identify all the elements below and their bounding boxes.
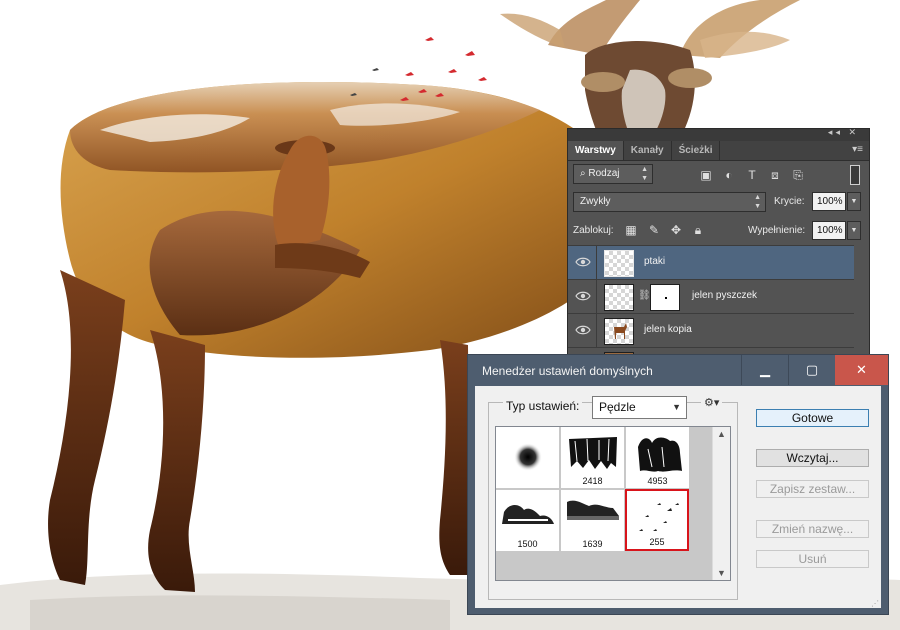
minimize-button[interactable]: ▁ [741,355,788,385]
layer-row-ptaki[interactable]: ptaki [568,245,854,280]
fill-label: Wypełnienie: [748,225,806,236]
blend-mode-select[interactable]: Zwykły ▲ ▼ [573,192,766,212]
close-button[interactable]: ✕ [835,355,888,385]
layer-mask-thumbnail[interactable] [650,284,680,311]
brush-preset-grid: 2418 4953 1500 1639 255 ▲ ▼ [495,426,731,581]
tab-channels[interactable]: Kanały [624,141,672,160]
brush-grid-scrollbar[interactable]: ▲ ▼ [712,427,730,580]
gear-icon[interactable]: ⚙▾ [701,396,723,409]
close-icon: ✕ [856,362,867,377]
preset-manager-dialog: Menedżer ustawień domyślnych ▁ ▢ ✕ Typ u… [467,354,889,615]
minimize-icon: ▁ [760,362,770,377]
panel-menu-icon[interactable]: ▾≡ [852,144,863,155]
stepper-arrows-icon: ▲ ▼ [754,194,761,210]
preset-type-label: Typ ustawień: [503,399,583,413]
panel-collapse-bar[interactable]: ◂◂ ✕ [568,127,869,141]
brush-cell-selected[interactable]: 255 [625,489,689,551]
brush-cell[interactable]: 1639 [561,490,625,552]
scroll-up-icon[interactable]: ▲ [713,429,730,439]
maximize-button[interactable]: ▢ [788,355,835,385]
fill-input[interactable]: 100% [812,221,846,240]
blend-mode-row: Zwykły ▲ ▼ Krycie: 100% ▼ [568,189,869,217]
layer-row-jelen-pyszczek[interactable]: ⛓ jelen pyszczek [568,279,854,314]
brush-size: 2418 [582,476,603,486]
brush-cell[interactable]: 2418 [561,427,625,489]
visibility-eye-icon[interactable] [575,324,591,336]
tab-layers[interactable]: Warstwy [568,141,624,160]
blend-mode-value: Zwykły [580,196,611,207]
rename-button[interactable]: Zmień nazwę... [756,520,869,538]
preset-type-value: Pędzle [599,400,636,414]
divider [596,280,597,314]
done-button[interactable]: Gotowe [756,409,869,427]
layer-list: ptaki ⛓ jelen pyszczek jelen kopia [568,245,869,369]
type-filter-icon[interactable]: T [744,167,760,183]
image-filter-icon[interactable]: ▣ [698,167,714,183]
filter-kind-select[interactable]: ⌕ Rodzaj ▲ ▼ [573,164,653,184]
layer-thumbnail [604,318,634,345]
layer-name[interactable]: jelen kopia [644,324,692,335]
opacity-input[interactable]: 100% [812,192,846,211]
lock-row: Zablokuj: ▦ ✎ ✥ 🔒︎ Wypełnienie: 100% ▼ [568,217,869,245]
dialog-title: Menedżer ustawień domyślnych [482,364,653,378]
lock-position-move-icon[interactable]: ✥ [668,222,684,238]
opacity-dropdown-icon[interactable]: ▼ [847,192,861,211]
chevron-down-icon: ▼ [672,402,681,412]
layer-thumbnail [604,284,634,311]
mask-dot [665,297,667,299]
maximize-icon: ▢ [805,362,819,377]
fill-dropdown-icon[interactable]: ▼ [847,221,861,240]
layers-panel: ◂◂ ✕ Warstwy Kanały Ścieżki ▾≡ ⌕ Rodzaj … [567,127,870,369]
brush-cell[interactable]: 4953 [626,427,690,489]
visibility-eye-icon[interactable] [575,256,591,268]
scroll-down-icon[interactable]: ▼ [713,568,730,578]
lock-label: Zablokuj: [573,225,614,236]
layer-name[interactable]: jelen pyszczek [692,290,757,301]
smart-object-filter-icon[interactable]: ⎘ [790,167,806,183]
resize-grip-icon[interactable]: ⋰ [871,599,879,608]
visibility-eye-icon[interactable] [575,290,591,302]
layer-thumbnail [604,250,634,277]
dialog-title-bar[interactable]: Menedżer ustawień domyślnych ▁ ▢ ✕ [468,355,888,385]
filter-toggle-switch[interactable] [850,165,860,185]
mask-link-chain-icon[interactable]: ⛓ [638,290,651,301]
divider [596,246,597,280]
delete-button[interactable]: Usuń [756,550,869,568]
opacity-label: Krycie: [774,196,805,207]
lock-all-padlock-icon[interactable]: 🔒︎ [690,222,706,238]
divider [596,314,597,348]
collapse-icon[interactable]: ◂◂ ✕ [828,127,859,138]
layer-filter-row: ⌕ Rodzaj ▲ ▼ ▣ ◐ T ⧈ ⎘ [568,161,869,189]
dialog-client-area: Typ ustawień: Pędzle ▼ ⚙▾ 2418 4953 1500… [475,386,881,608]
preset-type-select[interactable]: Pędzle ▼ [592,396,687,419]
stepper-arrows-icon: ▲ ▼ [641,166,648,182]
lock-transparency-icon[interactable]: ▦ [623,222,639,238]
layer-row-jelen-kopia[interactable]: jelen kopia [568,313,854,348]
brush-size: 4953 [647,476,668,486]
brush-size: 1500 [517,539,538,549]
filter-kind-value: Rodzaj [588,168,620,179]
layer-name[interactable]: ptaki [644,256,665,267]
save-set-button[interactable]: Zapisz zestaw... [756,480,869,498]
adjustment-filter-icon[interactable]: ◐ [721,167,737,183]
shape-filter-icon[interactable]: ⧈ [767,167,783,183]
brush-size: 255 [649,537,665,547]
lock-pixels-brush-icon[interactable]: ✎ [646,222,662,238]
tab-paths[interactable]: Ścieżki [672,141,721,160]
brush-size: 1639 [582,539,603,549]
panel-tabs: Warstwy Kanały Ścieżki ▾≡ [568,141,869,161]
load-button[interactable]: Wczytaj... [756,449,869,467]
brush-cell[interactable]: 1500 [496,490,560,552]
brush-cell[interactable] [496,427,560,489]
